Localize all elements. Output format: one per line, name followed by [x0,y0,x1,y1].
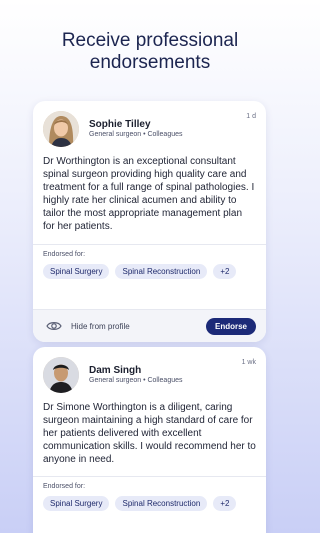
endorsement-card: Sophie Tilley General surgeon • Colleagu… [33,101,266,342]
endorsed-for-label: Endorsed for: [43,483,86,490]
tag-list: Spinal Surgery Spinal Reconstruction +2 [33,258,266,279]
hide-from-profile-label[interactable]: Hide from profile [71,322,130,331]
tag-list: Spinal Surgery Spinal Reconstruction +2 [33,490,266,511]
endorsement-text: Dr Worthington is an exceptional consult… [43,156,255,232]
endorser-name[interactable]: Dam Singh [89,365,141,376]
card-header: Sophie Tilley General surgeon • Colleagu… [33,101,266,149]
card-header: Dam Singh General surgeon • Colleagues 1… [33,347,266,395]
endorse-button[interactable]: Endorse [206,318,256,335]
tag-chip[interactable]: Spinal Reconstruction [115,264,208,279]
endorser-name[interactable]: Sophie Tilley [89,119,151,130]
avatar[interactable] [43,357,79,393]
more-tags-chip[interactable]: +2 [213,264,237,279]
timestamp: 1 d [246,113,256,120]
card-footer: Hide from profile Endorse [33,309,266,342]
tag-chip[interactable]: Spinal Reconstruction [115,496,208,511]
endorser-role: General surgeon • Colleagues [89,377,183,384]
eye-icon[interactable] [46,320,62,332]
timestamp: 1 wk [241,359,256,366]
endorsement-text: Dr Simone Worthington is a diligent, car… [43,402,256,465]
tag-chip[interactable]: Spinal Surgery [43,496,110,511]
endorser-role: General surgeon • Colleagues [89,131,183,138]
more-tags-chip[interactable]: +2 [213,496,237,511]
headline: Receive professional endorsements [61,30,239,73]
avatar[interactable] [43,111,79,147]
tag-chip[interactable]: Spinal Surgery [43,264,110,279]
endorsement-card: Dam Singh General surgeon • Colleagues 1… [33,347,266,533]
endorsed-for-label: Endorsed for: [43,251,86,258]
